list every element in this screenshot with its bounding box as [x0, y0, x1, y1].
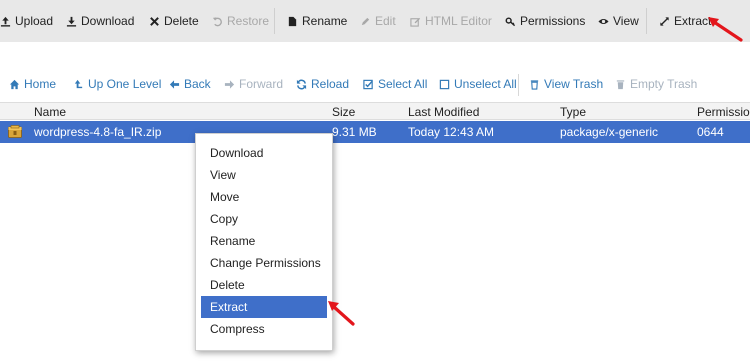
unselect-all-button[interactable]: Unselect All — [438, 76, 517, 92]
download-icon — [66, 15, 77, 27]
table-row[interactable]: wordpress-4.8-fa_IR.zip 9.31 MB Today 12… — [0, 121, 750, 143]
eye-icon — [598, 15, 609, 27]
close-icon — [149, 15, 160, 27]
home-icon — [8, 78, 20, 90]
red-arrow-icon — [708, 17, 743, 42]
column-permission[interactable]: Permission — [697, 105, 750, 119]
column-name[interactable]: Name — [34, 105, 66, 119]
menu-item-move[interactable]: Move — [201, 186, 327, 208]
download-label: Download — [81, 14, 135, 28]
upload-label: Upload — [15, 14, 54, 28]
edit-button[interactable]: Edit — [360, 12, 396, 30]
view-label: View — [613, 14, 639, 28]
reload-button[interactable]: Reload — [295, 76, 349, 92]
file-icon — [287, 15, 298, 27]
html-editor-label: HTML Editor — [425, 14, 492, 28]
menu-item-change-permissions[interactable]: Change Permissions — [201, 252, 327, 274]
file-manager-toolbar: Upload Download Delete Restore Rename Ed… — [0, 0, 750, 42]
rename-label: Rename — [302, 14, 348, 28]
empty-trash-button[interactable]: Empty Trash — [614, 76, 697, 92]
back-label: Back — [184, 77, 211, 91]
home-label: Home — [24, 77, 57, 91]
expand-icon — [659, 15, 670, 27]
context-menu: Download View Move Copy Rename Change Pe… — [195, 133, 333, 351]
restore-button[interactable]: Restore — [212, 12, 269, 30]
forward-button[interactable]: Forward — [223, 76, 283, 92]
menu-item-compress[interactable]: Compress — [201, 318, 327, 340]
menu-item-download[interactable]: Download — [201, 142, 327, 164]
download-button[interactable]: Download — [66, 12, 134, 30]
trash-icon — [528, 78, 540, 90]
restore-label: Restore — [227, 14, 270, 28]
menu-item-rename[interactable]: Rename — [201, 230, 327, 252]
view-button[interactable]: View — [598, 12, 639, 30]
up-one-level-label: Up One Level — [88, 77, 162, 91]
toolbar-divider — [646, 8, 647, 34]
menu-item-view[interactable]: View — [201, 164, 327, 186]
view-trash-label: View Trash — [544, 77, 604, 91]
forward-label: Forward — [239, 77, 284, 91]
view-trash-button[interactable]: View Trash — [528, 76, 603, 92]
reload-label: Reload — [311, 77, 350, 91]
file-permissions: 0644 — [697, 125, 724, 139]
unselect-all-label: Unselect All — [454, 77, 517, 91]
archive-icon — [8, 125, 22, 138]
select-all-label: Select All — [378, 77, 428, 91]
level-up-icon — [72, 78, 84, 90]
spacer — [0, 42, 750, 66]
column-type[interactable]: Type — [560, 105, 586, 119]
select-all-button[interactable]: Select All — [362, 76, 427, 92]
file-type: package/x-generic — [560, 125, 659, 139]
pencil-icon — [360, 15, 371, 27]
square-icon — [438, 78, 450, 90]
delete-button[interactable]: Delete — [149, 12, 199, 30]
undo-icon — [212, 15, 223, 27]
column-last-modified[interactable]: Last Modified — [408, 105, 479, 119]
trash-icon — [614, 78, 626, 90]
html-editor-button[interactable]: HTML Editor — [410, 12, 492, 30]
file-modified: Today 12:43 AM — [408, 125, 495, 139]
arrow-right-icon — [223, 78, 235, 90]
column-size[interactable]: Size — [332, 105, 355, 119]
toolbar-divider — [274, 8, 275, 34]
key-icon — [505, 15, 516, 27]
red-arrow-icon — [328, 301, 355, 326]
menu-item-extract[interactable]: Extract — [201, 296, 327, 318]
menu-item-copy[interactable]: Copy — [201, 208, 327, 230]
delete-label: Delete — [164, 14, 199, 28]
up-one-level-button[interactable]: Up One Level — [72, 76, 161, 92]
file-size: 9.31 MB — [332, 125, 377, 139]
upload-icon — [0, 15, 11, 27]
permissions-button[interactable]: Permissions — [505, 12, 585, 30]
refresh-icon — [295, 78, 307, 90]
edit-box-icon — [410, 15, 421, 27]
arrow-left-icon — [168, 78, 180, 90]
menu-item-delete[interactable]: Delete — [201, 274, 327, 296]
edit-label: Edit — [375, 14, 396, 28]
upload-button[interactable]: Upload — [0, 12, 53, 30]
file-name: wordpress-4.8-fa_IR.zip — [34, 125, 162, 139]
check-square-icon — [362, 78, 374, 90]
permissions-label: Permissions — [520, 14, 586, 28]
rename-button[interactable]: Rename — [287, 12, 347, 30]
file-table-header: Name Size Last Modified Type Permission — [0, 102, 750, 120]
nav-divider — [518, 74, 519, 96]
empty-trash-label: Empty Trash — [630, 77, 698, 91]
back-button[interactable]: Back — [168, 76, 211, 92]
home-button[interactable]: Home — [8, 76, 56, 92]
